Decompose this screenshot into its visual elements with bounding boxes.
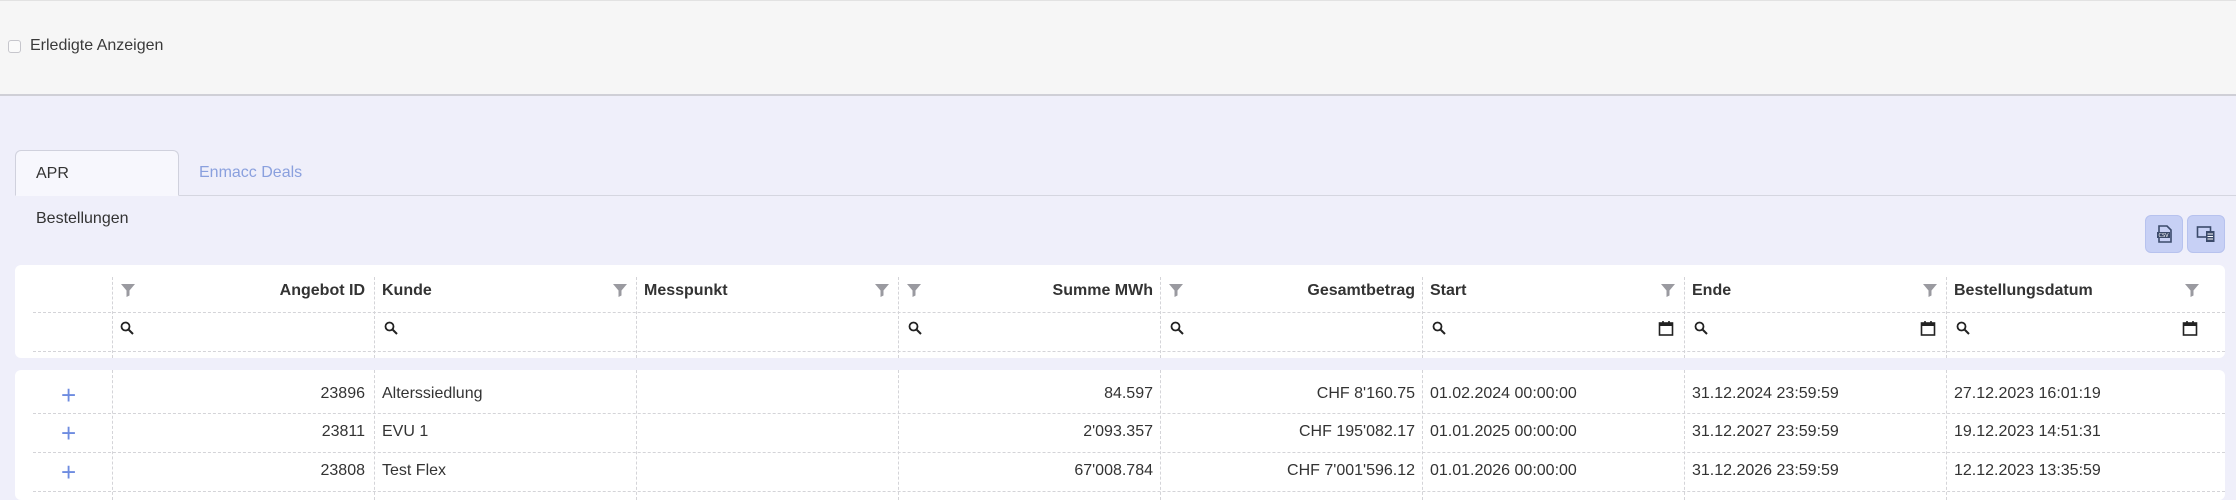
cell-bestellungsdatum: 12.12.2023 13:35:59 (1954, 462, 2101, 479)
tab-apr-bestellungen[interactable]: APR Bestellungen (15, 150, 179, 227)
cell-gesamtbetrag: CHF 7'001'596.12 (1287, 462, 1415, 479)
cell-angebot-id: 23896 (320, 385, 366, 402)
search-icon (1956, 321, 1970, 335)
search-icon (1432, 321, 1446, 335)
cell-start: 01.01.2025 00:00:00 (1430, 423, 1577, 440)
column-header-summe-mwh[interactable]: Summe MWh (1053, 282, 1153, 300)
search-icon (1170, 321, 1184, 335)
cell-summe-mwh: 2'093.357 (1083, 423, 1153, 440)
cell-start: 01.01.2026 00:00:00 (1430, 462, 1577, 479)
filter-icon[interactable] (120, 282, 136, 298)
cell-kunde: EVU 1 (382, 423, 429, 440)
csv-export-button[interactable]: CSV (2145, 215, 2183, 253)
filter-icon[interactable] (1922, 282, 1938, 298)
expand-row-icon[interactable]: + (61, 459, 76, 485)
column-header-start[interactable]: Start (1430, 282, 1466, 300)
column-header-angebot-id[interactable]: Angebot ID (280, 282, 365, 300)
search-icon (384, 321, 398, 335)
calendar-icon[interactable] (1920, 320, 1936, 336)
column-header-kunde[interactable]: Kunde (382, 282, 432, 300)
cell-ende: 31.12.2027 23:59:59 (1692, 423, 1839, 440)
grid-header: Angebot ID Kunde Messpunkt Summe MWh Ges… (15, 265, 2225, 358)
show-done-toggle[interactable]: Erledigte Anzeigen (8, 37, 163, 55)
filter-icon[interactable] (874, 282, 890, 298)
cell-ende: 31.12.2024 23:59:59 (1692, 385, 1839, 402)
cell-ende: 31.12.2026 23:59:59 (1692, 462, 1839, 479)
cell-start: 01.02.2024 00:00:00 (1430, 385, 1577, 402)
search-icon (1694, 321, 1708, 335)
top-filter-bar: Erledigte Anzeigen (0, 0, 2236, 96)
show-done-checkbox[interactable] (8, 39, 21, 53)
column-header-gesamtbetrag[interactable]: Gesamtbetrag (1307, 282, 1415, 300)
filter-icon[interactable] (1168, 282, 1184, 298)
column-header-ende[interactable]: Ende (1692, 282, 1731, 300)
search-icon (908, 321, 922, 335)
search-icon (120, 321, 134, 335)
cell-angebot-id: 23811 (321, 423, 365, 440)
filter-icon[interactable] (1660, 282, 1676, 298)
cell-gesamtbetrag: CHF 8'160.75 (1316, 385, 1415, 402)
cell-angebot-id: 23808 (320, 462, 366, 479)
cell-kunde: Test Flex (382, 462, 447, 479)
column-chooser-button[interactable] (2187, 215, 2225, 253)
column-header-messpunkt[interactable]: Messpunkt (644, 282, 728, 300)
expand-row-icon[interactable]: + (61, 420, 76, 446)
filter-icon[interactable] (2184, 282, 2200, 298)
column-chooser-icon (2196, 226, 2215, 242)
filter-icon[interactable] (612, 282, 628, 298)
show-done-label: Erledigte Anzeigen (30, 37, 164, 54)
cell-summe-mwh: 84.597 (1104, 385, 1153, 402)
calendar-icon[interactable] (1658, 320, 1674, 336)
cell-bestellungsdatum: 27.12.2023 16:01:19 (1954, 385, 2101, 402)
tab-bar: APR Bestellungen Enmacc Deals (15, 150, 2236, 227)
expand-row-icon[interactable]: + (61, 382, 76, 408)
cell-kunde: Alterssiedlung (382, 385, 483, 402)
svg-text:CSV: CSV (2158, 233, 2169, 239)
filter-icon[interactable] (906, 282, 922, 298)
tab-enmacc-deals[interactable]: Enmacc Deals (179, 150, 322, 195)
calendar-icon[interactable] (2182, 320, 2198, 336)
grid-body: + 23896 Alterssiedlung 84.597 CHF 8'160.… (15, 370, 2225, 500)
cell-bestellungsdatum: 19.12.2023 14:51:31 (1954, 423, 2101, 440)
csv-export-icon: CSV (2157, 225, 2172, 243)
cell-summe-mwh: 67'008.784 (1074, 462, 1153, 479)
cell-gesamtbetrag: CHF 195'082.17 (1298, 423, 1415, 440)
column-header-bestellungsdatum[interactable]: Bestellungsdatum (1954, 282, 2093, 300)
